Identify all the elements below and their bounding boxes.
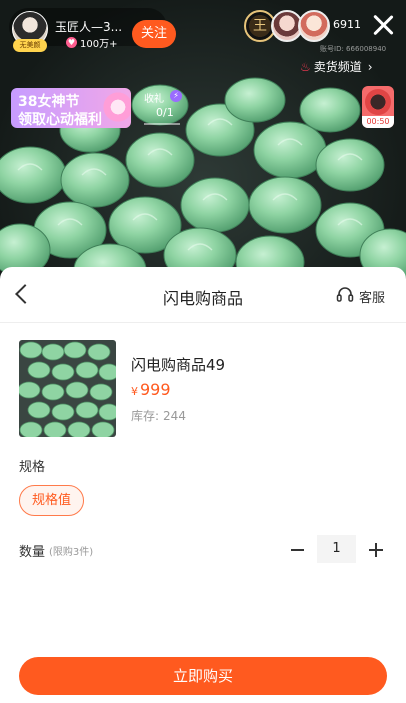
product-thumbnail[interactable] <box>19 340 116 437</box>
gift-value: 0/1 <box>156 106 174 119</box>
heart-icon: ♥ <box>66 37 77 48</box>
room-id: 账号ID: 666008940 <box>320 45 387 53</box>
headset-icon[interactable] <box>336 286 354 304</box>
gift-label: 收礼 <box>144 94 164 105</box>
quantity-limit: (限购3件) <box>49 547 94 558</box>
minus-icon[interactable] <box>291 549 304 551</box>
host-info-pill[interactable]: 无美颜 玉匠人—3... ♥ 100万+ 关注 <box>9 8 176 52</box>
chevron-right-icon: › <box>367 60 373 74</box>
promo-banner[interactable]: 38女神节 领取心动福利 <box>11 88 131 128</box>
stock-label: 库存: <box>131 409 160 423</box>
viewer-avatar[interactable] <box>298 10 330 42</box>
product-thumbnail-image <box>19 341 116 437</box>
host-name: 玉匠人—3... <box>55 20 123 34</box>
quantity-label: 数量 <box>19 545 46 560</box>
quantity-input[interactable]: 1 <box>317 535 356 563</box>
stock-value: 244 <box>163 409 186 423</box>
side-widget-timer: 00:50 <box>362 116 394 128</box>
buy-now-button[interactable]: 立即购买 <box>19 657 387 695</box>
plus-icon[interactable] <box>369 543 383 557</box>
follow-button[interactable]: 关注 <box>132 20 176 48</box>
currency-symbol: ¥ <box>131 385 138 398</box>
host-likes-count: 100万+ <box>80 39 118 50</box>
price-value: 999 <box>140 380 171 399</box>
bolt-icon: ⚡ <box>170 90 182 102</box>
sales-channel-link[interactable]: ♨ 卖货频道 › <box>300 58 373 78</box>
live-video-background: 无美颜 玉匠人—3... ♥ 100万+ 关注 王 6911 账号ID: 666… <box>0 0 406 300</box>
side-live-widget[interactable]: 00:50 <box>362 86 394 128</box>
sales-channel-label: 卖货频道 <box>313 60 362 74</box>
spec-option-chip[interactable]: 规格值 <box>19 485 84 516</box>
product-price: ¥999 <box>131 380 171 399</box>
side-widget-image <box>365 89 391 115</box>
product-name: 闪电购商品49 <box>131 356 226 374</box>
promo-subtitle: 领取心动福利 <box>18 112 102 128</box>
gift-progress-line <box>144 123 180 125</box>
product-stock: 库存: 244 <box>131 407 186 424</box>
flame-icon: ♨ <box>300 60 311 74</box>
sheet-header: 闪电购商品 客服 <box>0 267 406 323</box>
viewer-avatar-glyph: 王 <box>253 18 267 34</box>
host-avatar-tag: 无美颜 <box>13 39 47 52</box>
divider <box>0 322 406 323</box>
customer-service-label[interactable]: 客服 <box>359 287 385 306</box>
promo-title: 38女神节 <box>18 94 80 110</box>
gift-icon <box>101 90 131 124</box>
viewer-count[interactable]: 6911 <box>333 18 361 31</box>
spec-label: 规格 <box>19 460 46 475</box>
close-icon[interactable] <box>370 12 396 38</box>
gift-receive-counter[interactable]: 收礼 ⚡ 0/1 <box>144 90 184 126</box>
product-bottom-sheet: 闪电购商品 客服 闪电购商品49 ¥999 库存: 244 规格 规格值 数量 … <box>0 267 406 703</box>
